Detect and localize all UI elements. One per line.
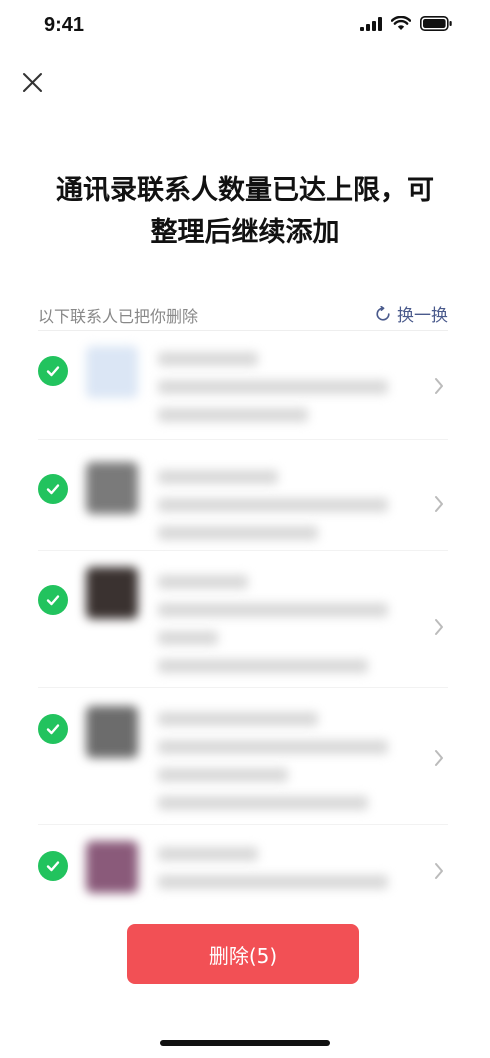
- home-indicator[interactable]: [160, 1040, 330, 1046]
- delete-button[interactable]: 删除(5): [127, 924, 359, 984]
- contact-info-blurred: [158, 712, 408, 824]
- list-header: 以下联系人已把你删除 换一换: [38, 300, 448, 331]
- battery-icon: [420, 16, 452, 31]
- avatar: [86, 346, 138, 398]
- status-icons: [360, 16, 452, 31]
- wifi-icon: [391, 16, 411, 30]
- check-icon[interactable]: [38, 474, 68, 504]
- check-icon[interactable]: [38, 585, 68, 615]
- swap-button[interactable]: 换一换: [375, 301, 448, 326]
- chevron-right-icon: [435, 378, 443, 394]
- status-bar: 9:41: [0, 0, 490, 54]
- title-line-2: 整理后继续添加: [150, 217, 340, 248]
- avatar: [86, 567, 138, 619]
- contact-list: [0, 332, 490, 917]
- title-line-1: 通讯录联系人数量已达上限，可: [56, 175, 434, 206]
- status-time: 9:41: [44, 14, 85, 36]
- delete-button-label: 删除(5): [208, 943, 278, 968]
- close-button[interactable]: [20, 70, 46, 96]
- page-title: 通讯录联系人数量已达上限，可 整理后继续添加: [30, 170, 460, 254]
- close-icon: [23, 73, 42, 92]
- check-icon[interactable]: [38, 356, 68, 386]
- swap-label: 换一换: [397, 306, 448, 326]
- contact-row[interactable]: [38, 440, 448, 551]
- contact-info-blurred: [158, 470, 408, 554]
- contact-row[interactable]: [38, 551, 448, 688]
- chevron-right-icon: [435, 496, 443, 512]
- contact-info-blurred: [158, 847, 408, 903]
- contact-row[interactable]: [38, 825, 448, 917]
- contact-row[interactable]: [38, 688, 448, 825]
- signal-icon: [360, 16, 382, 31]
- avatar: [86, 462, 138, 514]
- avatar: [86, 841, 138, 893]
- contact-info-blurred: [158, 352, 408, 436]
- chevron-right-icon: [435, 619, 443, 635]
- contact-row[interactable]: [38, 332, 448, 440]
- chevron-right-icon: [435, 750, 443, 766]
- avatar: [86, 706, 138, 758]
- check-icon[interactable]: [38, 851, 68, 881]
- check-icon[interactable]: [38, 714, 68, 744]
- refresh-icon: [376, 305, 390, 321]
- contact-info-blurred: [158, 575, 408, 687]
- list-caption: 以下联系人已把你删除: [38, 307, 199, 326]
- chevron-right-icon: [435, 863, 443, 879]
